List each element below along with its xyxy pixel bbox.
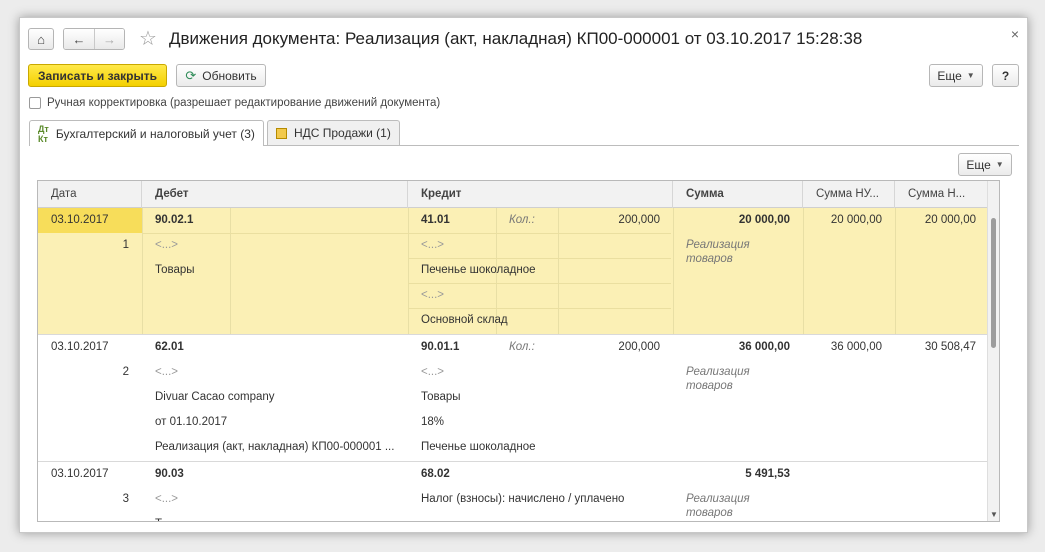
credit-subconto-1: Налог (взносы): начислено / уплачено: [421, 493, 625, 505]
manual-correction-label: Ручная корректировка (разрешает редактир…: [47, 97, 441, 109]
scroll-down-icon[interactable]: ▼: [990, 510, 998, 519]
credit-subconto-4: Печенье шоколадное: [421, 441, 536, 453]
row-number: 3: [122, 493, 129, 505]
refresh-icon: ⟳: [185, 67, 197, 83]
tab-accounting-label: Бухгалтерский и налоговый учет (3): [55, 126, 255, 141]
scrollbar-thumb[interactable]: [991, 218, 996, 348]
manual-correction-checkbox[interactable]: [29, 97, 41, 109]
column-amount[interactable]: Сумма: [673, 181, 803, 208]
row-number: 2: [122, 366, 129, 378]
quantity-label: Кол.:: [509, 341, 535, 353]
vat-register-icon: [275, 127, 287, 139]
home-icon: ⌂: [37, 31, 45, 47]
column-credit[interactable]: Кредит: [408, 181, 673, 208]
quantity-value: 200,000: [618, 341, 660, 353]
debit-subconto-1: <...>: [155, 493, 179, 505]
more-button[interactable]: Еще ▼: [929, 64, 983, 87]
amount-nu-value: 36 000,00: [830, 341, 882, 353]
refresh-button[interactable]: ⟳ Обновить: [176, 64, 266, 87]
manual-correction-row[interactable]: Ручная корректировка (разрешает редактир…: [29, 97, 440, 109]
vertical-scrollbar[interactable]: ▼: [987, 181, 999, 521]
credit-account: 41.01: [421, 214, 450, 226]
quantity-value: 200,000: [618, 214, 660, 226]
credit-account: 90.01.1: [421, 341, 460, 353]
close-icon[interactable]: ×: [1011, 26, 1019, 42]
row-number: 1: [122, 239, 129, 251]
entry-content: Реализация товаров: [686, 493, 750, 518]
row-date: 03.10.2017: [51, 468, 109, 480]
debit-account: 90.02.1: [155, 214, 194, 226]
credit-subconto-3: 18%: [421, 416, 445, 428]
forward-button[interactable]: →: [94, 29, 124, 49]
tab-accounting[interactable]: Дт Кт Бухгалтерский и налоговый учет (3): [29, 120, 264, 146]
credit-subconto-2: Печенье шоколадное: [421, 264, 536, 276]
command-bar: Записать и закрыть ⟳ Обновить Еще ▼ ?: [28, 64, 1019, 88]
debit-subconto-2: Т: [142, 512, 408, 521]
debit-subconto-3: от 01.10.2017: [155, 416, 228, 428]
credit-subconto-1: <...>: [421, 239, 445, 251]
entry-content: Реализация товаров: [686, 239, 750, 264]
column-date[interactable]: Дата: [38, 181, 142, 208]
credit-account: 68.02: [421, 468, 450, 480]
table-row[interactable]: 03.10.2017 1 90.02.1 <...> Товары 41.01 …: [38, 208, 987, 334]
debit-subconto-4: Реализация (акт, накладная) КП00-000001 …: [155, 441, 395, 453]
grid-more-label: Еще: [966, 157, 991, 172]
favorite-star-icon[interactable]: ☆: [139, 29, 157, 49]
chevron-down-icon: ▼: [966, 71, 975, 80]
quantity-label: Кол.:: [509, 214, 535, 226]
table-body: 03.10.2017 1 90.02.1 <...> Товары 41.01 …: [38, 208, 987, 521]
amount-value: 20 000,00: [738, 214, 790, 226]
debit-subconto-2: Divuar Cacao company: [155, 391, 275, 403]
column-amount-nu[interactable]: Сумма НУ...: [803, 181, 895, 208]
refresh-label: Обновить: [202, 68, 257, 83]
title-bar: ⌂ ← → ☆ Движения документа: Реализация (…: [28, 26, 1019, 52]
amount-value: 5 491,53: [745, 468, 790, 480]
entry-content: Реализация товаров: [686, 366, 750, 391]
column-debit[interactable]: Дебет: [142, 181, 408, 208]
debit-subconto-2: Товары: [155, 264, 195, 276]
amount-n-value: 30 508,47: [924, 341, 976, 353]
debit-subconto-1: <...>: [155, 239, 179, 251]
debit-subconto-1: <...>: [155, 366, 179, 378]
row-date: 03.10.2017: [51, 341, 109, 353]
home-button[interactable]: ⌂: [28, 28, 54, 50]
history-nav: ← →: [63, 28, 125, 50]
arrow-left-icon: ←: [72, 31, 86, 47]
arrow-right-icon: →: [103, 31, 116, 47]
table-row[interactable]: 03.10.2017 2 62.01 <...> Divuar Cacao co…: [38, 335, 987, 461]
help-button[interactable]: ?: [992, 64, 1019, 87]
amount-nu-value: 20 000,00: [830, 214, 882, 226]
tab-vat-sales-label: НДС Продажи (1): [293, 126, 391, 140]
more-label: Еще: [937, 68, 962, 83]
grid-more-button[interactable]: Еще ▼: [958, 153, 1012, 176]
back-button[interactable]: ←: [64, 29, 94, 49]
window-title: Движения документа: Реализация (акт, нак…: [168, 29, 863, 48]
chevron-down-icon: ▼: [995, 160, 1004, 169]
ledger-icon: Дт Кт: [38, 123, 49, 144]
register-tabs: Дт Кт Бухгалтерский и налоговый учет (3) …: [29, 120, 403, 146]
row-date: 03.10.2017: [51, 214, 109, 226]
tab-vat-sales[interactable]: НДС Продажи (1): [266, 120, 400, 145]
movements-table[interactable]: Дата Дебет Кредит Сумма Сумма НУ... Сумм…: [37, 180, 1000, 522]
amount-value: 36 000,00: [738, 341, 790, 353]
table-header: Дата Дебет Кредит Сумма Сумма НУ... Сумм…: [38, 181, 987, 208]
table-row[interactable]: 03.10.2017 3 90.03 <...> Т 68.02 Налог (…: [38, 462, 987, 521]
save-and-close-button[interactable]: Записать и закрыть: [28, 64, 167, 87]
debit-account: 62.01: [155, 341, 184, 353]
column-amount-n[interactable]: Сумма Н...: [895, 181, 989, 208]
amount-n-value: 20 000,00: [924, 214, 976, 226]
credit-subconto-4: Основной склад: [421, 314, 508, 326]
debit-account: 90.03: [155, 468, 184, 480]
credit-subconto-1: <...>: [421, 366, 445, 378]
credit-subconto-2: Товары: [421, 391, 461, 403]
credit-subconto-3: <...>: [421, 289, 445, 301]
document-movements-window: ⌂ ← → ☆ Движения документа: Реализация (…: [19, 17, 1028, 533]
